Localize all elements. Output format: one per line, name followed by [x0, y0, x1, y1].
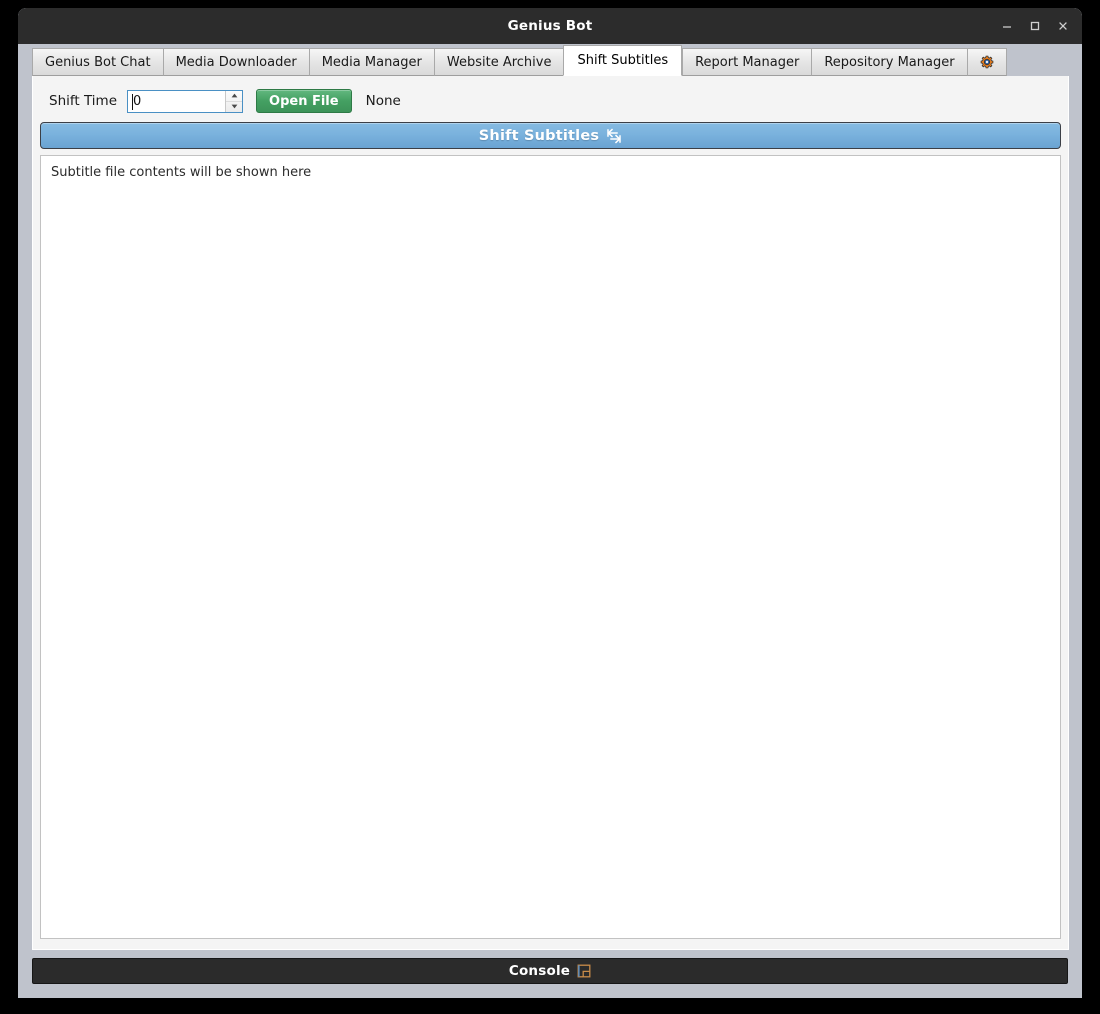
shift-subtitles-button[interactable]: Shift Subtitles [40, 122, 1061, 149]
spinbox-decrement-button[interactable] [226, 102, 242, 112]
subtitle-placeholder-text: Subtitle file contents will be shown her… [51, 165, 312, 180]
subtitle-contents-textarea[interactable]: Subtitle file contents will be shown her… [40, 155, 1061, 939]
shift-subtitles-panel: Shift Time Open File None Shift [32, 76, 1069, 950]
tab-shift-subtitles[interactable]: Shift Subtitles [563, 45, 683, 76]
console-toggle-button[interactable]: Console [32, 958, 1068, 984]
shift-time-input[interactable] [128, 90, 226, 112]
text-caret [132, 93, 134, 110]
open-file-button-label: Open File [269, 93, 339, 109]
application-window: Genius Bot Genius Bot Chat Media Downloa… [18, 8, 1082, 998]
tab-label: Genius Bot Chat [45, 54, 151, 70]
window-controls [994, 8, 1076, 44]
open-file-button[interactable]: Open File [256, 89, 352, 113]
panel-toggle-icon [577, 964, 591, 978]
shift-arrows-icon [606, 128, 622, 144]
tab-report-manager[interactable]: Report Manager [682, 48, 813, 76]
shift-time-spinbox[interactable] [127, 89, 244, 113]
spinbox-buttons [225, 90, 243, 112]
tab-label: Repository Manager [824, 54, 955, 70]
tab-settings[interactable] [967, 48, 1007, 76]
minimize-button[interactable] [994, 13, 1020, 39]
console-bar-container: Console [18, 950, 1082, 998]
tab-label: Website Archive [446, 54, 552, 70]
tab-label: Shift Subtitles [577, 53, 669, 68]
tab-genius-bot-chat[interactable]: Genius Bot Chat [32, 48, 164, 76]
window-title: Genius Bot [507, 18, 593, 34]
tab-label: Media Manager [321, 54, 422, 70]
shift-subtitles-toolbar: Shift Time Open File None [39, 86, 1062, 116]
window-titlebar: Genius Bot [18, 8, 1082, 44]
shift-time-label: Shift Time [49, 93, 118, 109]
console-label: Console [508, 963, 571, 979]
tab-bar: Genius Bot Chat Media Downloader Media M… [18, 44, 1082, 76]
shift-subtitles-button-label: Shift Subtitles [478, 127, 600, 144]
tab-label: Media Downloader [175, 54, 297, 70]
tab-repository-manager[interactable]: Repository Manager [812, 48, 968, 76]
selected-file-status: None [365, 93, 401, 109]
tab-media-manager[interactable]: Media Manager [309, 48, 435, 76]
tab-website-archive[interactable]: Website Archive [434, 48, 565, 76]
gear-icon [979, 54, 995, 70]
maximize-button[interactable] [1022, 13, 1048, 39]
close-button[interactable] [1050, 13, 1076, 39]
tab-media-downloader[interactable]: Media Downloader [163, 48, 310, 76]
tab-label: Report Manager [695, 54, 800, 70]
spinbox-increment-button[interactable] [226, 91, 243, 102]
